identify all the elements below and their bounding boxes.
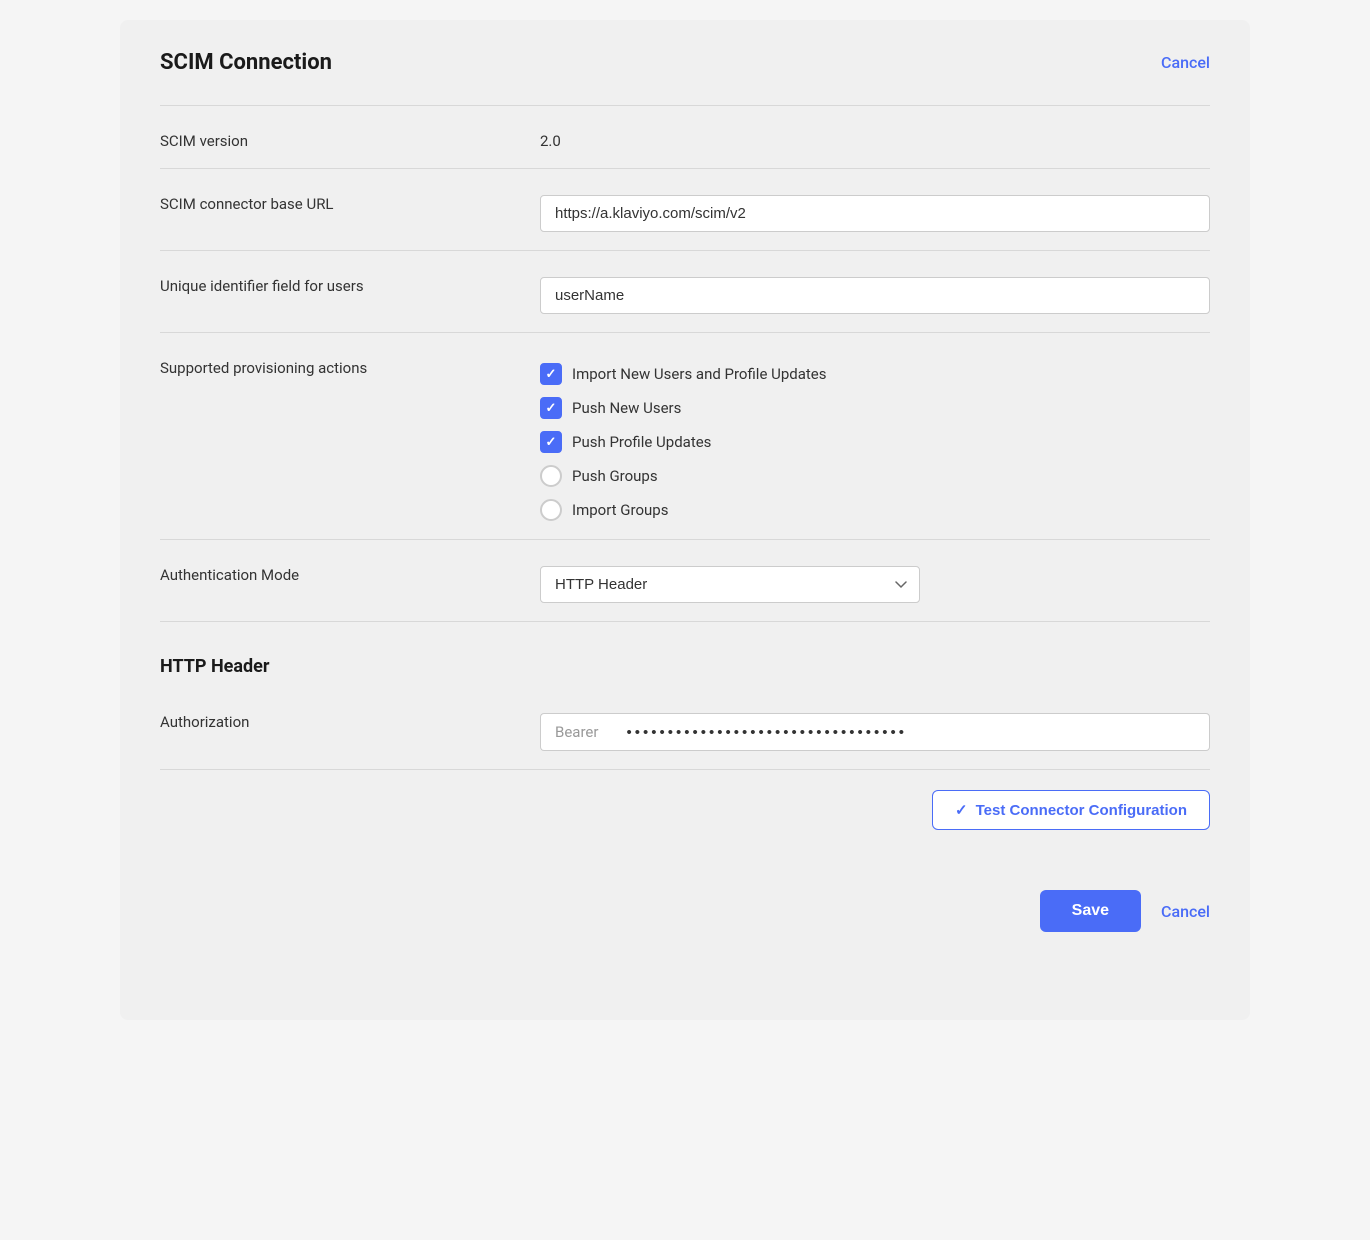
scim-version-row: SCIM version 2.0 — [160, 105, 1210, 169]
page-title: SCIM Connection — [160, 50, 332, 75]
checkbox-push-profile-updates-input[interactable] — [540, 431, 562, 453]
token-input[interactable] — [612, 713, 1210, 751]
form-section: SCIM version 2.0 SCIM connector base URL… — [160, 105, 1210, 622]
authorization-label: Authorization — [160, 705, 540, 731]
provisioning-actions-row: Supported provisioning actions Import Ne… — [160, 333, 1210, 540]
checkbox-import-new-users-label: Import New Users and Profile Updates — [572, 365, 827, 383]
auth-mode-select[interactable]: HTTP Header Basic Auth OAuth — [540, 566, 920, 603]
provisioning-actions-label: Supported provisioning actions — [160, 351, 540, 377]
scim-url-row: SCIM connector base URL — [160, 169, 1210, 251]
authorization-input-container: Bearer — [540, 705, 1210, 751]
auth-input-group: Bearer — [540, 713, 1210, 751]
checkbox-push-groups-label: Push Groups — [572, 467, 658, 485]
scim-url-label: SCIM connector base URL — [160, 187, 540, 213]
test-connector-container: ✓ Test Connector Configuration — [160, 770, 1210, 830]
checkbox-push-profile-updates-label: Push Profile Updates — [572, 433, 711, 451]
unique-identifier-input[interactable] — [540, 277, 1210, 314]
checkbox-push-groups: Push Groups — [540, 465, 1210, 487]
checkbox-push-new-users: Push New Users — [540, 397, 1210, 419]
scim-version-label: SCIM version — [160, 124, 540, 150]
test-connector-check-icon: ✓ — [955, 801, 968, 819]
test-connector-label: Test Connector Configuration — [976, 802, 1187, 819]
scim-version-value: 2.0 — [540, 124, 1210, 150]
checkbox-push-profile-updates: Push Profile Updates — [540, 431, 1210, 453]
test-connector-button[interactable]: ✓ Test Connector Configuration — [932, 790, 1210, 830]
checkbox-push-groups-input[interactable] — [540, 465, 562, 487]
save-button[interactable]: Save — [1040, 890, 1141, 932]
auth-mode-label: Authentication Mode — [160, 558, 540, 584]
checkbox-import-new-users: Import New Users and Profile Updates — [540, 363, 1210, 385]
scim-url-input[interactable] — [540, 195, 1210, 232]
scim-url-field-container — [540, 187, 1210, 232]
provisioning-actions-container: Import New Users and Profile Updates Pus… — [540, 351, 1210, 521]
checkbox-import-new-users-input[interactable] — [540, 363, 562, 385]
authorization-row: Authorization Bearer — [160, 687, 1210, 770]
checkbox-import-groups: Import Groups — [540, 499, 1210, 521]
auth-mode-select-container: HTTP Header Basic Auth OAuth — [540, 558, 1210, 603]
cancel-bottom-button[interactable]: Cancel — [1161, 902, 1210, 921]
checkbox-push-new-users-input[interactable] — [540, 397, 562, 419]
unique-identifier-row: Unique identifier field for users — [160, 251, 1210, 333]
checkbox-push-new-users-label: Push New Users — [572, 399, 681, 417]
bearer-prefix: Bearer — [540, 713, 612, 751]
page-header: SCIM Connection Cancel — [160, 50, 1210, 75]
checkbox-group: Import New Users and Profile Updates Pus… — [540, 359, 1210, 521]
bottom-actions: Save Cancel — [160, 870, 1210, 932]
unique-identifier-field-container — [540, 269, 1210, 314]
page-container: SCIM Connection Cancel SCIM version 2.0 … — [120, 20, 1250, 1020]
unique-identifier-label: Unique identifier field for users — [160, 269, 540, 295]
checkbox-import-groups-input[interactable] — [540, 499, 562, 521]
http-header-title: HTTP Header — [160, 632, 1210, 687]
auth-mode-row: Authentication Mode HTTP Header Basic Au… — [160, 540, 1210, 622]
cancel-top-button[interactable]: Cancel — [1161, 53, 1210, 72]
checkbox-import-groups-label: Import Groups — [572, 501, 668, 519]
http-header-section: HTTP Header Authorization Bearer ✓ Test … — [160, 632, 1210, 830]
